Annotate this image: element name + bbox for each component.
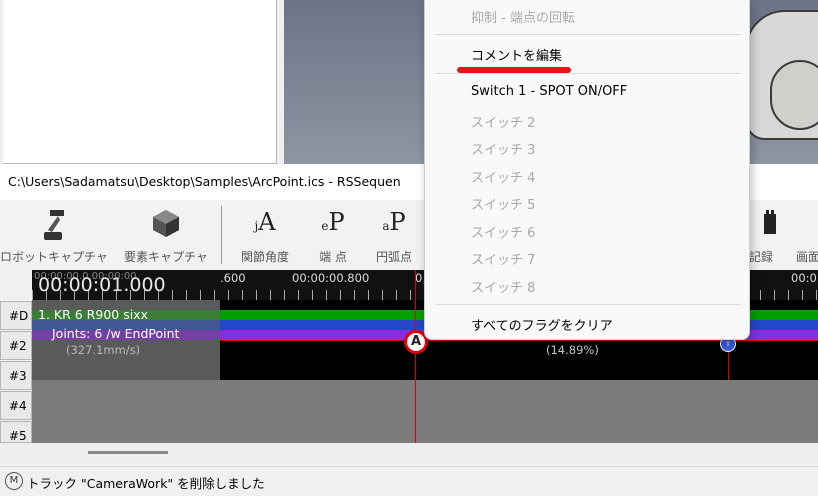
endpoint-icon: eP (321, 208, 345, 236)
track-header-5[interactable]: #5 (0, 421, 32, 443)
endpoint-line (728, 350, 729, 380)
ruler-label: 00:00:00.800 (292, 271, 370, 285)
menu-item-clear-flags[interactable]: すべてのフラグをクリア (471, 315, 613, 334)
message-icon: M (5, 472, 23, 490)
track-name: 1. KR 6 R900 sixx (38, 307, 148, 322)
menu-separator (435, 304, 741, 305)
joint-angle-button[interactable]: jA 関節角度 (230, 200, 300, 270)
menu-separator (435, 34, 741, 35)
robot-capture-label: ロボットキャプチャ (0, 250, 108, 264)
element-capture-button[interactable]: 要素キャプチャ (116, 200, 216, 270)
highlight-underline-annotation (457, 67, 571, 73)
menu-item-switch-2: スイッチ 2 (471, 116, 536, 131)
scrollbar-thumb[interactable] (88, 451, 168, 454)
ruler-label: 00:0 (791, 271, 817, 285)
menu-item-edit-comment[interactable]: コメントを編集 (471, 45, 562, 64)
menu-item-switch-8: スイッチ 8 (471, 281, 536, 296)
element-capture-icon (151, 208, 181, 244)
menu-item-switch-5: スイッチ 5 (471, 198, 536, 213)
toolbar-separator (221, 206, 222, 264)
joint-angle-icon: jA (254, 208, 276, 236)
endpoint-button[interactable]: eP 端 点 (308, 200, 358, 270)
menu-item-switch-1[interactable]: Switch 1 - SPOT ON/OFF (471, 84, 627, 99)
playhead-line[interactable] (415, 270, 416, 443)
arc-point-button[interactable]: aP 円弧点 (366, 200, 422, 270)
endpoint-label: 端 点 (319, 250, 347, 264)
record-icon (762, 208, 778, 244)
track-header-4[interactable]: #4 (0, 391, 32, 420)
track-header-D[interactable]: #D (0, 301, 32, 330)
menu-item-switch-6: スイッチ 6 (471, 226, 536, 241)
screen-button[interactable]: 画面 (790, 200, 818, 270)
joint-angle-label: 関節角度 (240, 250, 289, 264)
menu-item-suppress-rotation: 抑制 - 端点の回転 (471, 11, 575, 26)
context-menu: 抑制 - 端点の回転 コメントを編集 Switch 1 - SPOT ON/OF… (424, 0, 750, 340)
arc-point-label: 円弧点 (375, 250, 412, 264)
ruler-label: .600 (220, 271, 246, 285)
status-text: トラック "CameraWork" を削除しました (27, 476, 265, 491)
robot-capture-icon (40, 208, 68, 248)
menu-separator (435, 73, 741, 74)
robot-capture-button[interactable]: ロボットキャプチャ (0, 200, 108, 270)
track-percent: (14.89%) (546, 343, 599, 357)
track-speed: (327.1mm/s) (66, 343, 141, 357)
track-header-3[interactable]: #3 (0, 361, 32, 390)
track-header-2[interactable]: #2 (0, 331, 32, 360)
menu-item-switch-7: スイッチ 7 (471, 253, 536, 268)
screen-label: 画面 (796, 250, 818, 264)
ruler-label: 0 (415, 271, 423, 285)
track-joints: Joints: 6 /w EndPoint (52, 326, 180, 341)
tree-pane[interactable] (3, 0, 277, 164)
menu-item-switch-4: スイッチ 4 (471, 171, 536, 186)
menu-item-switch-3: スイッチ 3 (471, 143, 536, 158)
arc-point-icon: aP (382, 208, 406, 236)
element-capture-label: 要素キャプチャ (124, 250, 208, 264)
current-time-display: 00:00:01.000 (38, 274, 166, 296)
3d-model-part (770, 60, 818, 130)
